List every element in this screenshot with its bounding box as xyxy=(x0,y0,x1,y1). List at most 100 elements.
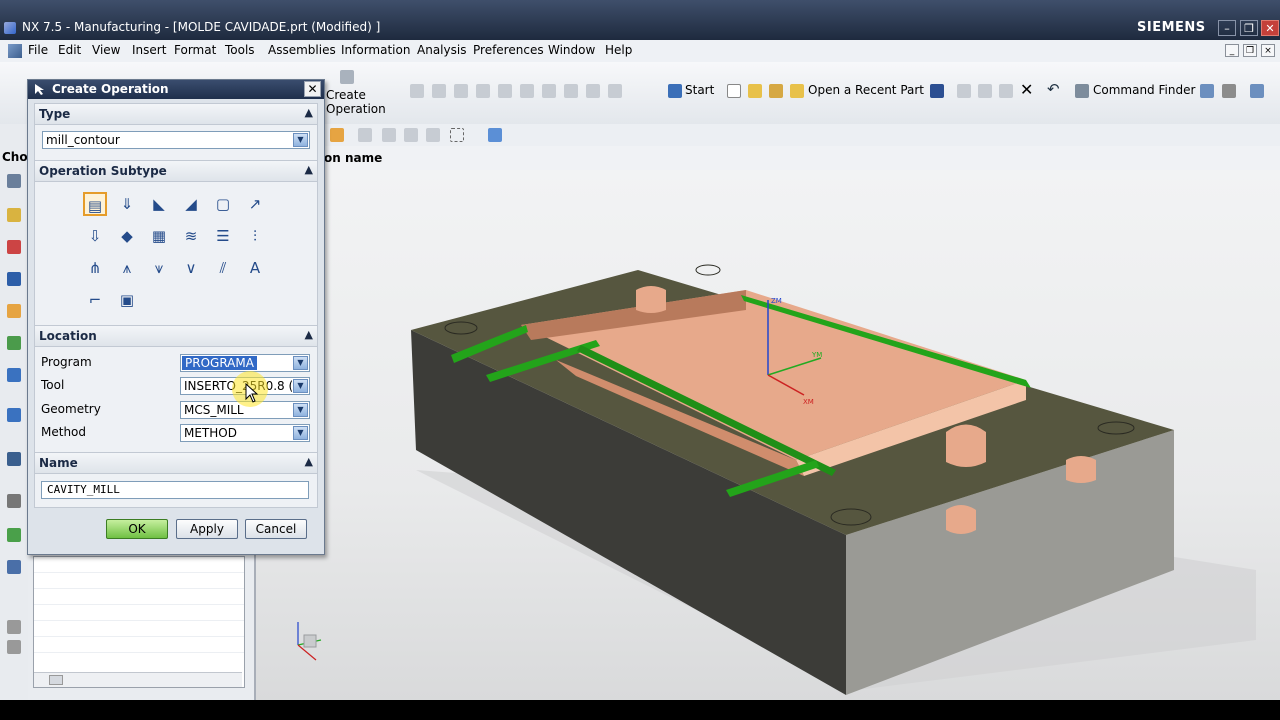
chevron-down-icon[interactable]: ▼ xyxy=(293,403,308,417)
contour-area-icon[interactable]: ◆ xyxy=(115,224,139,248)
menu-format[interactable]: Format xyxy=(174,43,216,57)
cavity-mill-icon[interactable]: ▤ xyxy=(83,192,107,216)
menu-help[interactable]: Help xyxy=(605,43,632,57)
select-icon-1[interactable] xyxy=(358,128,372,142)
zlevel-profile-icon[interactable]: ▢ xyxy=(211,192,235,216)
list-item[interactable] xyxy=(34,637,244,653)
dialog-titlebar[interactable]: Create Operation ✕ xyxy=(28,80,324,99)
command-finder-icon[interactable] xyxy=(1075,84,1089,98)
menu-app-icon[interactable] xyxy=(8,44,22,58)
list-item[interactable] xyxy=(34,557,244,573)
collapse-caret-icon[interactable]: ▲ xyxy=(305,106,313,119)
open-recent-icon[interactable] xyxy=(790,84,804,98)
collapse-caret-icon[interactable]: ▲ xyxy=(305,163,313,176)
toolpath-icon-9[interactable] xyxy=(586,84,600,98)
toolpath-icon-3[interactable] xyxy=(454,84,468,98)
method-select[interactable]: METHOD ▼ xyxy=(180,424,310,442)
operation-name-input[interactable]: CAVITY_MILL xyxy=(41,481,309,499)
system-scenes-icon[interactable] xyxy=(7,528,21,542)
type-select[interactable]: mill_contour ▼ xyxy=(42,131,310,149)
operation-name-column[interactable]: on name xyxy=(324,151,382,165)
toolpath-icon-2[interactable] xyxy=(432,84,446,98)
horizontal-scrollbar[interactable] xyxy=(34,672,242,687)
collapse-caret-icon[interactable]: ▲ xyxy=(305,328,313,341)
corner-rough-icon[interactable]: ◣ xyxy=(147,192,171,216)
menu-analysis[interactable]: Analysis xyxy=(417,43,466,57)
navigator-back-icon[interactable] xyxy=(7,174,21,188)
mold-cavity-model[interactable]: YM XM ZM xyxy=(256,170,1280,700)
ok-button[interactable]: OK xyxy=(106,519,168,539)
create-operation-icon[interactable] xyxy=(340,70,354,84)
toolpath-icon-4[interactable] xyxy=(476,84,490,98)
contour-area-dir-steep-icon[interactable]: ⫶ xyxy=(243,224,267,248)
roles-icon[interactable] xyxy=(7,494,21,508)
location-section-header[interactable]: Location ▲ xyxy=(34,325,318,347)
save-icon[interactable] xyxy=(930,84,944,98)
contour-area-non-steep-icon[interactable]: ☰ xyxy=(211,224,235,248)
start-icon[interactable] xyxy=(668,84,682,98)
create-operation-label[interactable]: Create Operation xyxy=(326,88,396,116)
menu-tools[interactable]: Tools xyxy=(225,43,255,57)
flowcut-ref-tool-icon[interactable]: ⩛ xyxy=(147,256,171,280)
doc-restore-icon[interactable]: ❐ xyxy=(1243,44,1257,57)
part-navigator-icon[interactable] xyxy=(7,272,21,286)
cut-icon[interactable] xyxy=(957,84,971,98)
system-materials-icon[interactable] xyxy=(7,408,21,422)
menu-assemblies[interactable]: Assemblies xyxy=(268,43,336,57)
dialog-close-button[interactable]: ✕ xyxy=(304,81,321,97)
graphics-viewport[interactable]: YM XM ZM xyxy=(256,170,1280,700)
machine-tool-navigator-icon[interactable] xyxy=(7,240,21,254)
menu-insert[interactable]: Insert xyxy=(132,43,166,57)
toolpath-icon-1[interactable] xyxy=(410,84,424,98)
menu-view[interactable]: View xyxy=(92,43,120,57)
toolpath-icon-5[interactable] xyxy=(498,84,512,98)
command-finder[interactable]: Command Finder xyxy=(1093,83,1195,97)
list-item[interactable] xyxy=(34,573,244,589)
menu-preferences[interactable]: Preferences xyxy=(473,43,544,57)
settings-icon[interactable] xyxy=(1200,84,1214,98)
program-select[interactable]: PROGRAMA ▼ xyxy=(180,354,310,372)
box-select-icon[interactable] xyxy=(450,128,464,142)
minimize-button[interactable]: – xyxy=(1218,20,1236,36)
menu-edit[interactable]: Edit xyxy=(58,43,81,57)
operation-navigator-icon[interactable] xyxy=(7,208,21,222)
type-section-header[interactable]: Type ▲ xyxy=(34,103,318,125)
menu-information[interactable]: Information xyxy=(341,43,410,57)
scroll-down-icon[interactable] xyxy=(7,640,21,654)
toolbar-icon-y[interactable] xyxy=(1250,84,1264,98)
start-menu[interactable]: Start xyxy=(685,83,714,97)
toolpath-icon-10[interactable] xyxy=(608,84,622,98)
web-browser-icon[interactable] xyxy=(7,336,21,350)
flowcut-single-icon[interactable]: ⋔ xyxy=(83,256,107,280)
cancel-button[interactable]: Cancel xyxy=(245,519,307,539)
chevron-down-icon[interactable]: ▼ xyxy=(293,426,308,440)
paste-icon[interactable] xyxy=(999,84,1013,98)
list-item[interactable] xyxy=(34,605,244,621)
rest-milling-icon[interactable]: ◢ xyxy=(179,192,203,216)
chevron-down-icon[interactable]: ▼ xyxy=(293,356,308,370)
doc-minimize-icon[interactable]: _ xyxy=(1225,44,1239,57)
toolpath-icon-7[interactable] xyxy=(542,84,556,98)
fixed-contour-icon[interactable]: ⇩ xyxy=(83,224,107,248)
navigator-list[interactable] xyxy=(33,556,245,688)
flowcut-multiple-icon[interactable]: ⩚ xyxy=(115,256,139,280)
recent-folder-icon[interactable] xyxy=(769,84,783,98)
contour-surface-area-icon[interactable]: ▦ xyxy=(147,224,171,248)
history-icon[interactable] xyxy=(7,368,21,382)
reuse-library-icon[interactable] xyxy=(7,304,21,318)
select-icon-3[interactable] xyxy=(404,128,418,142)
streamline-icon[interactable]: ≋ xyxy=(179,224,203,248)
new-file-icon[interactable] xyxy=(727,84,741,98)
toolbar-icon-x[interactable] xyxy=(1222,84,1236,98)
flowcut-smooth-icon[interactable]: ∨ xyxy=(179,256,203,280)
chevron-down-icon[interactable]: ▼ xyxy=(293,133,308,147)
list-item[interactable] xyxy=(34,621,244,637)
visualization-icon[interactable] xyxy=(7,560,21,574)
toolpath-icon-6[interactable] xyxy=(520,84,534,98)
contour-text-icon[interactable]: A xyxy=(243,256,267,280)
select-icon-2[interactable] xyxy=(382,128,396,142)
mill-control-icon[interactable]: ▣ xyxy=(115,288,139,312)
scroll-up-icon[interactable] xyxy=(7,620,21,634)
mill-user-icon[interactable]: ⌐ xyxy=(83,288,107,312)
copy-icon[interactable] xyxy=(978,84,992,98)
